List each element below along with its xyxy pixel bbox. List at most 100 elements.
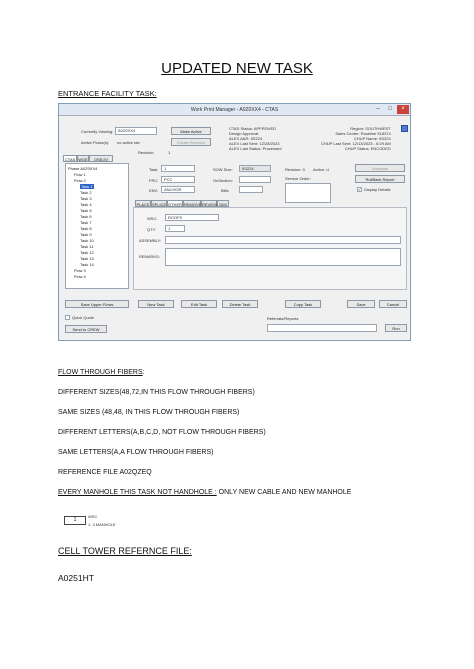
annotate-button[interactable]: Annotate xyxy=(355,164,405,172)
refresh-icon[interactable] xyxy=(401,125,408,132)
onsection-label: OnSection: xyxy=(213,178,233,183)
flow-through-fibers-line: FLOW THROUGH FIBERS: xyxy=(58,369,145,376)
qty-field[interactable]: 1 xyxy=(165,225,185,232)
region-block: Region: SOUTHWEST Sales Center: Roseline… xyxy=(321,126,391,151)
referrals-reports-select[interactable] xyxy=(267,324,377,332)
task-tree[interactable]: Phase A0Z0XX4 Flow 1 Flow 2 Task 1 Task … xyxy=(65,163,129,289)
cancel-button[interactable]: Cancel xyxy=(379,300,407,308)
tab-ose-jv-task[interactable]: OSE/JV TASK xyxy=(89,155,113,169)
active-flows-label: Active Flows(s): xyxy=(81,140,110,145)
tree-item[interactable]: Task 8 xyxy=(80,226,92,231)
window-titlebar: Work Print Manager - A0Z0XX4 - CTAS – □ … xyxy=(59,104,410,116)
tab-remove[interactable]: REMOVE xyxy=(183,200,201,207)
frc-select[interactable]: PCC xyxy=(161,176,195,183)
tree-item[interactable]: Flow 4 xyxy=(74,274,86,279)
rollback-report-button[interactable]: RollBack Report xyxy=(355,175,405,183)
currently-viewing-select[interactable]: A0Z0XX4 xyxy=(115,127,157,135)
currently-viewing-label: Currently Viewing: xyxy=(81,129,114,134)
task-label: Task: xyxy=(149,167,159,172)
tree-item[interactable]: Task 9 xyxy=(80,232,92,237)
manhole-symbol-icon: 1 xyxy=(64,516,86,525)
send-to-crew-button[interactable]: Send to CREW xyxy=(65,325,107,333)
wsc-field[interactable]: ROOFS xyxy=(165,214,219,221)
active-flows-value: no active tab xyxy=(117,140,140,145)
tab-woe[interactable]: WOE xyxy=(77,155,89,162)
copy-task-button[interactable]: Copy Task xyxy=(285,300,321,308)
sow-size-field[interactable]: 5S224 xyxy=(239,165,271,172)
tab-splice[interactable]: SPLICE xyxy=(151,200,167,207)
service-order-label: Service Order: xyxy=(285,176,311,181)
tree-item[interactable]: Flow 3 xyxy=(74,268,86,273)
tree-item[interactable]: Phase A0Z0XX4 xyxy=(68,166,97,171)
qty-label: QTY: xyxy=(147,227,157,232)
env-select[interactable]: ANCHOR xyxy=(161,186,195,193)
tree-item[interactable]: Task 5 xyxy=(80,208,92,213)
section-label: ENTRANCE FACILITY TASK: xyxy=(58,89,157,98)
tree-item[interactable]: Task 13 xyxy=(80,256,94,261)
tree-item[interactable]: Flow 2 xyxy=(74,178,86,183)
tab-review[interactable]: REVIEW xyxy=(201,200,218,207)
save-upper-flows-button[interactable]: Save Upper Flows xyxy=(65,300,129,308)
frc-value: PCC xyxy=(164,177,173,182)
region-line: CHUP Status: ENCODED xyxy=(344,146,391,151)
tree-item[interactable]: Task 4 xyxy=(80,202,92,207)
tree-item[interactable]: Task 14 xyxy=(80,262,94,267)
env-value: ANCHOR xyxy=(164,187,182,192)
bills-field[interactable] xyxy=(239,186,263,193)
tree-item-selected[interactable]: Task 1 xyxy=(80,184,94,189)
manhole-symbol-number: 1 xyxy=(73,517,77,523)
manhole-symbol-text-1: WSC xyxy=(88,514,98,519)
tab-ctas[interactable]: CTAS xyxy=(63,155,77,162)
tree-item[interactable]: Task 7 xyxy=(80,220,92,225)
edit-task-button[interactable]: Edit Task xyxy=(181,300,217,308)
display-details-label: Display Details xyxy=(364,187,391,192)
sow-size-value: 5S224 xyxy=(242,166,254,171)
revision-field-label: Revision: 0 xyxy=(285,167,305,172)
tree-item[interactable]: Task 6 xyxy=(80,214,92,219)
tab-other[interactable]: OTHER xyxy=(167,200,183,207)
tree-item[interactable]: Task 12 xyxy=(80,250,94,255)
onsection-field[interactable] xyxy=(239,176,271,183)
make-active-button[interactable]: Make Active xyxy=(171,127,211,135)
cell-tower-file: A0251HT xyxy=(58,573,94,583)
wsc-label: WSC: xyxy=(147,216,158,221)
manhole-line: EVERY MANHOLE THIS TASK NOT HANDHOLE : O… xyxy=(58,489,351,496)
manhole-symbol-text-2: 1. 3 MANHOLE xyxy=(88,522,116,527)
tree-item[interactable]: Task 11 xyxy=(80,244,94,249)
run-button[interactable]: Run xyxy=(385,324,407,332)
different-letters-line: DIFFERENT LETTERS(A,B,C,D, NOT FLOW THRO… xyxy=(58,429,266,436)
maximize-icon[interactable]: □ xyxy=(384,105,396,114)
frc-label: FRC: xyxy=(149,178,159,183)
display-details-checkbox[interactable]: ✓ xyxy=(357,187,362,192)
same-sizes-line: SAME SIZES (48,48, IN THIS FLOW THROUGH … xyxy=(58,409,240,416)
flow-colon: : xyxy=(142,369,145,376)
new-task-button[interactable]: New Task xyxy=(138,300,174,308)
flow-through-fibers-text: FLOW THROUGH FIBERS xyxy=(58,369,143,376)
qty-value: 1 xyxy=(168,226,171,231)
quick-quote-checkbox[interactable] xyxy=(65,315,70,320)
same-letters-line: SAME LETTERS(A,A FLOW THROUGH FIBERS) xyxy=(58,449,214,456)
delete-task-button[interactable]: Delete Task xyxy=(222,300,258,308)
task-field[interactable]: 1 xyxy=(161,165,195,172)
assembly-field[interactable] xyxy=(165,236,401,244)
revision-value: 1 xyxy=(168,150,171,155)
manhole-rest-text: ONLY NEW CABLE AND NEW MANHOLE xyxy=(216,489,352,496)
bills-label: Bills: xyxy=(221,188,230,193)
tree-item[interactable]: Task 3 xyxy=(80,196,92,201)
tab-dim[interactable]: DIM xyxy=(217,200,229,207)
task-value: 1 xyxy=(164,166,167,171)
wsc-value: ROOFS xyxy=(168,215,183,220)
tree-item[interactable]: Task 10 xyxy=(80,238,94,243)
save-button[interactable]: Save xyxy=(347,300,375,308)
minimize-icon[interactable]: – xyxy=(372,105,384,114)
close-icon[interactable]: × xyxy=(397,105,409,114)
quick-quote-label: Quick Quote xyxy=(72,315,95,320)
create-revision-button[interactable]: Create Revision xyxy=(171,138,211,146)
service-order-field[interactable] xyxy=(285,183,331,203)
page-title: UPDATED NEW TASK xyxy=(161,60,313,77)
tree-item[interactable]: Task 2 xyxy=(80,190,92,195)
work-print-manager-window: Work Print Manager - A0Z0XX4 - CTAS – □ … xyxy=(58,103,411,341)
tab-place[interactable]: PLACE xyxy=(135,200,151,207)
tree-item[interactable]: Flow 1 xyxy=(74,172,86,177)
remarks-field[interactable] xyxy=(165,248,401,266)
